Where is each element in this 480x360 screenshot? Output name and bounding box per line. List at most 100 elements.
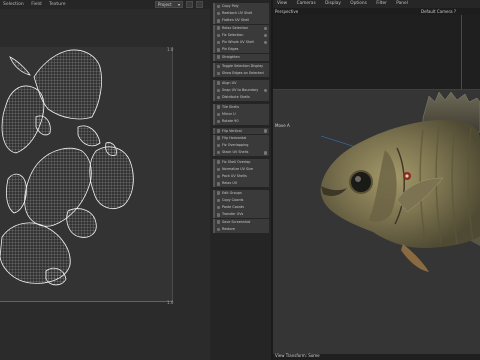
palette-item[interactable]: Mirror U — [213, 110, 269, 118]
tool-icon — [216, 174, 220, 179]
palette-item[interactable]: Straighten — [213, 53, 269, 61]
palette-item-label: Normalize UV Size — [222, 166, 253, 171]
options-dot-icon[interactable] — [263, 40, 267, 45]
palette-item-label: Restore — [222, 226, 235, 231]
palette-item-label: Mirror U — [222, 111, 236, 116]
palette-item[interactable]: Fix Shell Overlap — [213, 158, 269, 166]
checker-toggle-icon[interactable] — [196, 1, 203, 8]
tool-icon — [216, 4, 220, 9]
palette-item-label: Stack UV Shells — [222, 150, 249, 155]
palette-item[interactable]: Flatten UV Shell — [213, 17, 269, 25]
palette-item[interactable]: Stack UV Shells — [213, 149, 269, 157]
menu-selection[interactable]: Selection — [0, 0, 27, 9]
palette-item[interactable]: Flip Vertical — [213, 127, 269, 135]
tool-icon — [216, 136, 220, 140]
palette-item[interactable]: Relax UV — [213, 180, 269, 188]
uv-shells[interactable] — [0, 47, 172, 302]
uv-frame-right — [172, 47, 173, 302]
palette-item-label: Distribute Shells — [222, 95, 250, 100]
palette-item[interactable]: Save Screenshot — [213, 218, 269, 226]
pelvic-fin — [401, 244, 429, 272]
menu-field[interactable]: Field — [28, 0, 44, 9]
palette-item[interactable]: Edit Groups — [213, 189, 269, 197]
uv-shell-mid — [66, 208, 97, 238]
palette-item-label: Reattach UV Shell — [222, 11, 253, 16]
palette-item-label: Fix Shell Overlap — [222, 159, 251, 164]
palette-item[interactable]: Tile Shells — [213, 103, 269, 111]
palette-item-label: Relax UV — [222, 181, 238, 186]
palette-item-label: Tile Shells — [222, 104, 240, 109]
palette-item[interactable]: Show Edges on Selected — [213, 70, 269, 78]
palette-item[interactable]: Restore — [213, 225, 269, 233]
palette-item-label: Paste Coords — [222, 205, 244, 210]
tool-icon — [216, 213, 220, 217]
tool-icon — [216, 81, 220, 85]
palette-item-label: Edit Groups — [222, 190, 242, 195]
palette-item-label: Flatten UV Shell — [222, 18, 250, 23]
palette-item-label: Flip Vertical — [222, 128, 242, 133]
palette-item-label: Copy Coords — [222, 197, 244, 202]
tool-icon — [216, 227, 220, 232]
fish-model[interactable] — [273, 0, 480, 360]
palette-item[interactable]: Pin Edges — [213, 46, 269, 54]
uv-shell-ear — [9, 56, 31, 76]
palette-item-label: Pin Edges — [222, 47, 239, 52]
uv-coord-bottom: 1.0 — [167, 300, 174, 305]
uv-editor-panel: Selection Field Texture Project ▾ 1.0 1.… — [0, 0, 210, 360]
palette-item[interactable]: Normalize UV Size — [213, 165, 269, 173]
palette-item-label: Relax Selection — [222, 25, 249, 30]
palette-item[interactable]: Copy Coords — [213, 196, 269, 204]
palette-item[interactable]: Distribute Shells — [213, 94, 269, 102]
3d-viewport-panel: View Cameras Display Options Filter Pane… — [273, 0, 480, 360]
palette-item[interactable]: Pin Whole UV Shell — [213, 39, 269, 47]
tool-icon — [216, 40, 220, 45]
tool-icon — [216, 105, 220, 109]
uv-shell-left-low — [6, 173, 27, 214]
options-dot-icon[interactable] — [263, 26, 267, 30]
palette-item[interactable]: Fix Overlapping — [213, 141, 269, 149]
project-select[interactable]: Project ▾ — [155, 1, 183, 8]
tool-icon — [216, 55, 220, 59]
palette-item[interactable]: Copy Poly — [213, 3, 269, 10]
uv-shell-fin-a — [35, 115, 51, 136]
tool-icon — [216, 26, 220, 30]
tool-icon — [216, 198, 220, 203]
palette-item-label: Show Edges on Selected — [222, 71, 264, 76]
tool-icon — [216, 11, 220, 16]
options-dot-icon[interactable] — [263, 151, 267, 155]
palette-item[interactable]: Toggle Selection Display — [213, 63, 269, 70]
palette-item[interactable]: Fix Selection — [213, 31, 269, 39]
uv-coord-top: 1.0 — [167, 47, 174, 52]
menu-texture[interactable]: Texture — [46, 0, 68, 9]
palette-item[interactable]: Transfer UVs — [213, 211, 269, 219]
tool-icon — [216, 160, 220, 164]
options-dot-icon[interactable] — [263, 33, 267, 38]
palette-item-label: Fix Overlapping — [222, 142, 249, 147]
tool-icon — [216, 64, 220, 69]
tool-icon — [216, 95, 220, 100]
palette-item[interactable]: Paste Coords — [213, 204, 269, 212]
palette-item-label: Copy Poly — [222, 4, 239, 8]
uv-menubar: Selection Field Texture Project ▾ — [0, 0, 210, 9]
tool-icon — [216, 205, 220, 210]
palette-item[interactable]: Flip Horizontal — [213, 134, 269, 142]
view-label: Move A — [275, 123, 290, 128]
options-dot-icon[interactable] — [263, 129, 267, 133]
palette-list: Copy Poly Reattach UV Shell Flatten UV She… — [213, 3, 269, 233]
uv-tool-palette: Copy Poly Reattach UV Shell Flatten UV She… — [210, 0, 272, 360]
tool-icon — [216, 119, 220, 124]
palette-item-label: Pin Whole UV Shell — [222, 40, 254, 45]
grid-toggle-icon[interactable] — [186, 1, 193, 8]
palette-item[interactable]: Rotate 90 — [213, 118, 269, 125]
palette-item[interactable]: Snap UV to Boundary — [213, 86, 269, 94]
palette-item[interactable]: Align UV — [213, 79, 269, 87]
palette-item-label: Align UV — [222, 80, 237, 85]
eye-highlight — [355, 176, 361, 182]
palette-item[interactable]: Reattach UV Shell — [213, 10, 269, 18]
palette-item-label: Rotate 90 — [222, 119, 239, 124]
palette-item-label: Transfer UVs — [222, 212, 244, 217]
tool-icon — [216, 182, 220, 186]
options-dot-icon[interactable] — [263, 88, 267, 93]
palette-item[interactable]: Pack UV Shells — [213, 173, 269, 180]
palette-item[interactable]: Relax Selection — [213, 24, 269, 32]
